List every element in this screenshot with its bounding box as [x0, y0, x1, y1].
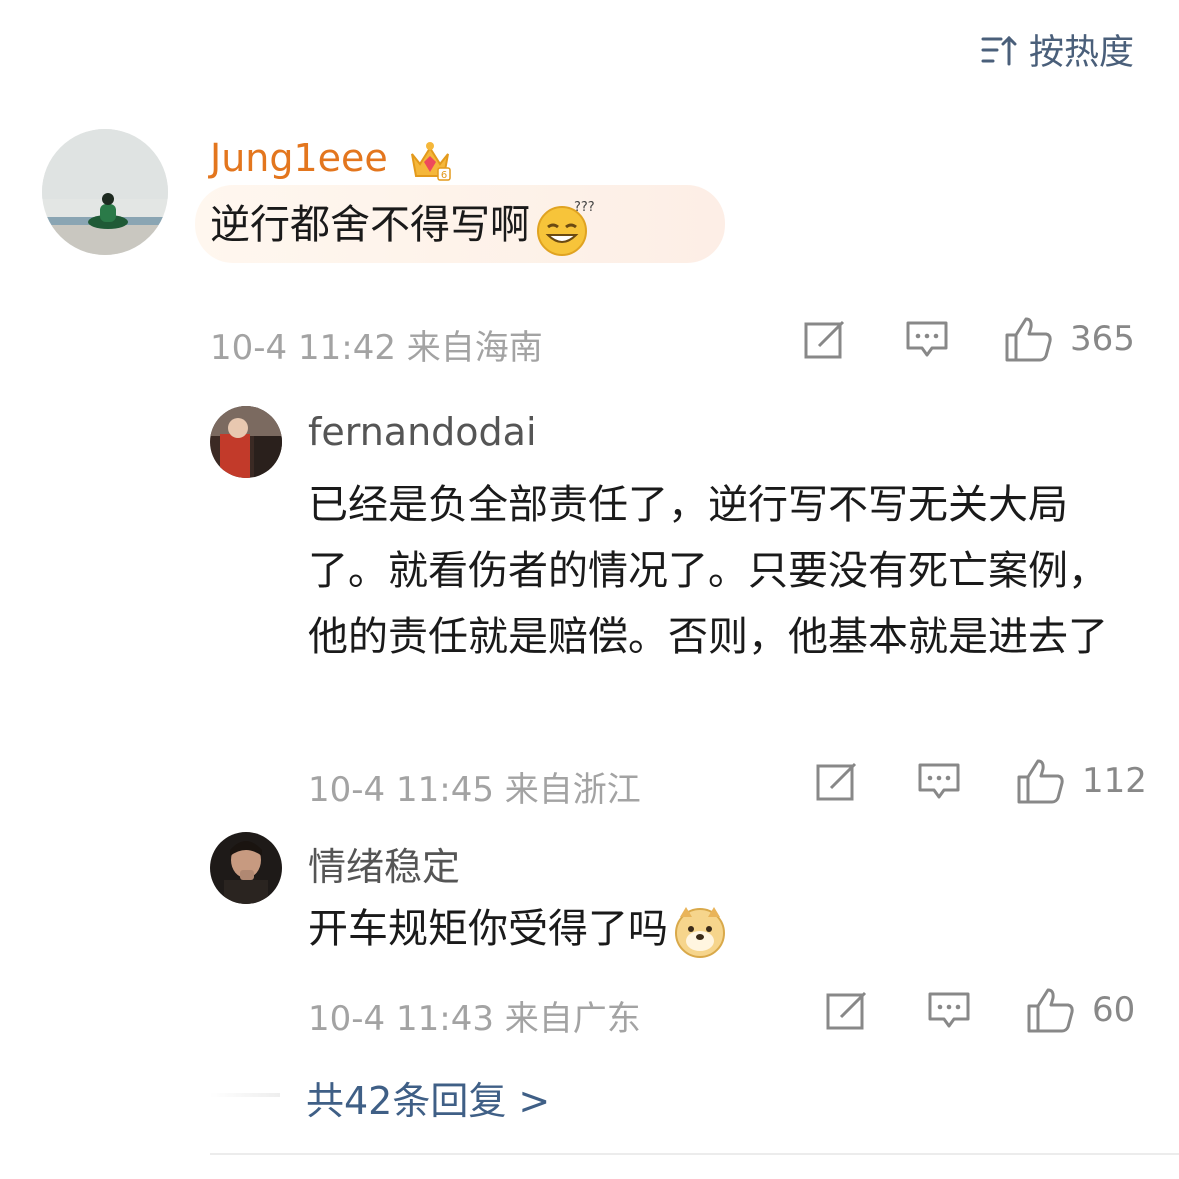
comment-text: 已经是负全部责任了，逆行写不写无关大局了。就看伤者的情况了。只要没有死亡案例，他… [308, 482, 1108, 660]
comment-icon [918, 763, 960, 799]
avatar-fernandodai[interactable] [210, 406, 282, 478]
comment-username[interactable]: Jung1eee 6 [210, 136, 452, 182]
edit-icon [816, 762, 857, 801]
avatar-qingxuwending[interactable] [210, 832, 282, 904]
repost-button[interactable] [825, 990, 869, 1032]
edit-icon [804, 320, 845, 359]
thumbs-up-icon [1005, 317, 1052, 362]
grinning-question-emoji: ??? [537, 200, 594, 256]
comment-text: 开车规矩你受得了吗 [308, 896, 728, 962]
comment-icon [928, 992, 970, 1028]
like-button[interactable]: 365 [1004, 315, 1135, 363]
avatar-image [210, 832, 282, 904]
doge-emoji [675, 907, 725, 958]
svg-text:???: ??? [574, 200, 594, 215]
comment-meta: 10-4 11:45 来自浙江 [308, 770, 641, 810]
like-button[interactable]: 60 [1026, 986, 1135, 1034]
avatar-image [210, 406, 282, 478]
comment-username[interactable]: 情绪稳定 [308, 836, 460, 891]
comment-button[interactable] [927, 991, 971, 1031]
avatar-jung1eee[interactable] [42, 129, 168, 255]
comment-text: 逆行都舍不得写啊 ??? [210, 192, 594, 258]
repost-button[interactable] [815, 761, 859, 803]
sort-label: 按热度 [1028, 33, 1134, 73]
fade-decoration [210, 1093, 280, 1097]
like-count: 365 [1070, 319, 1135, 359]
comment-icon [906, 321, 948, 357]
username-text: Jung1eee [210, 136, 388, 180]
sort-by-hot-button[interactable]: 按热度 [979, 24, 1134, 75]
thumbs-up-icon [1027, 988, 1074, 1033]
comment-meta: 10-4 11:42 来自海南 [210, 328, 543, 368]
comment-meta: 10-4 11:43 来自广东 [308, 999, 641, 1039]
like-count: 112 [1082, 761, 1147, 801]
edit-icon [826, 991, 867, 1030]
like-button[interactable]: 112 [1016, 757, 1147, 805]
more-replies-link[interactable]: 共42条回复 > [306, 1070, 550, 1125]
repost-button[interactable] [803, 319, 847, 361]
comment-button[interactable] [905, 320, 949, 360]
avatar-image [42, 129, 168, 255]
comment-button[interactable] [917, 762, 961, 802]
thumbs-up-icon [1017, 759, 1064, 804]
crown-vip-icon: 6 [410, 141, 451, 181]
sort-icon [981, 35, 1017, 65]
comment-body: 逆行都舍不得写啊 [210, 202, 530, 248]
comment-body: 开车规矩你受得了吗 [308, 906, 668, 952]
divider [210, 1153, 1179, 1155]
comment-username[interactable]: fernandodai [308, 410, 537, 454]
svg-text:6: 6 [441, 170, 447, 181]
like-count: 60 [1092, 990, 1136, 1030]
